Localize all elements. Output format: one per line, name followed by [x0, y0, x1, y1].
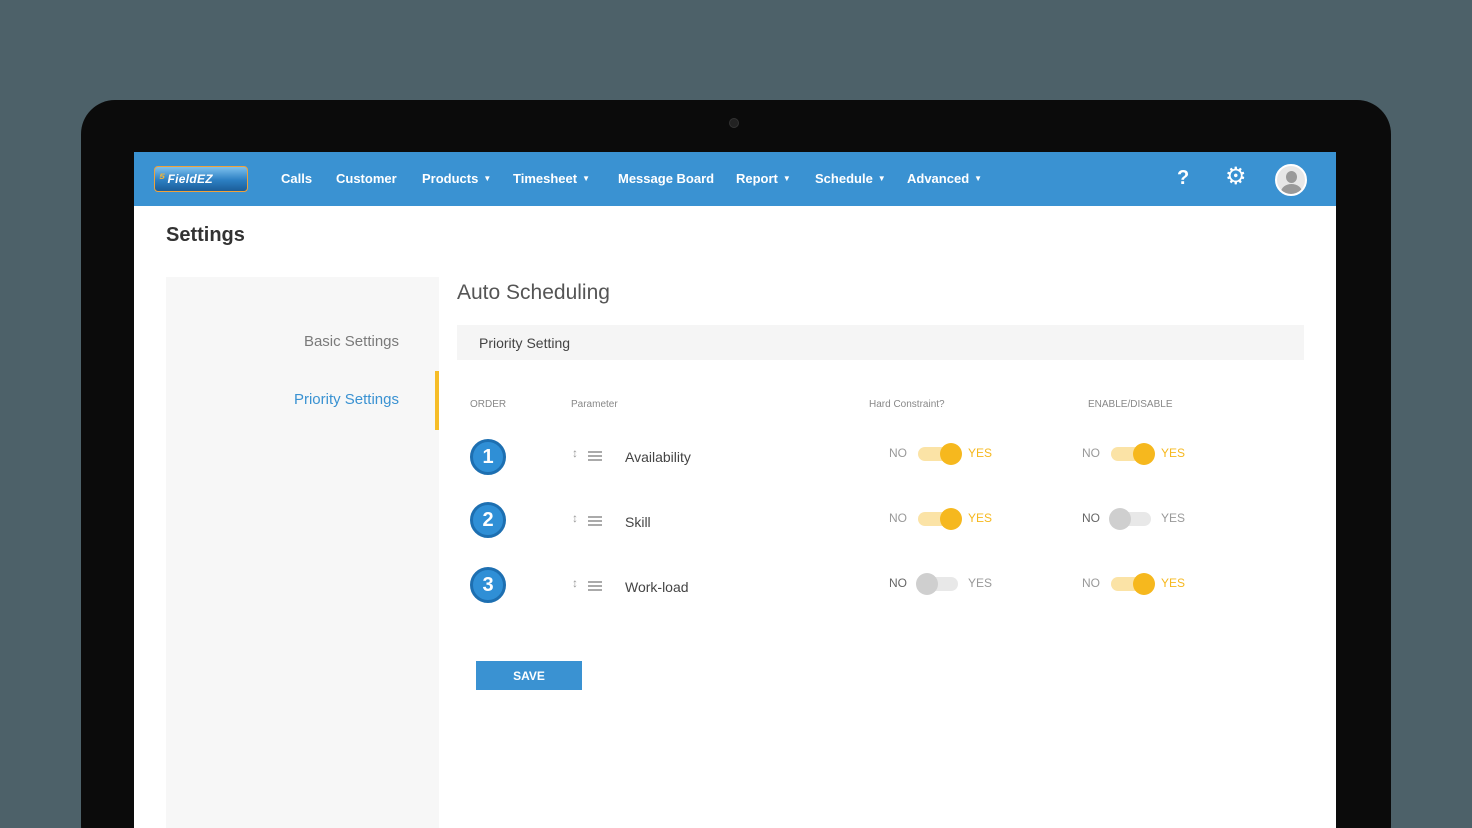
- avatar-head: [1286, 171, 1297, 183]
- nav-timesheet[interactable]: Timesheet ▼: [513, 171, 590, 186]
- sort-arrows-icon[interactable]: ↕: [572, 511, 578, 525]
- sidebar-item-basic-settings[interactable]: Basic Settings: [304, 333, 399, 350]
- toggle-yes-label: YES: [968, 576, 993, 590]
- section-header: Priority Setting: [457, 325, 1304, 360]
- save-button[interactable]: SAVE: [476, 661, 582, 690]
- enable-toggle[interactable]: NO YES: [1082, 441, 1202, 465]
- hard-constraint-toggle[interactable]: NO YES: [889, 571, 1009, 595]
- column-header-order: ORDER: [470, 399, 507, 410]
- chevron-down-icon: ▼: [782, 174, 791, 183]
- toggle-knob: [916, 573, 938, 595]
- chevron-down-icon: ▼: [974, 174, 983, 183]
- nav-schedule[interactable]: Schedule ▼: [815, 171, 886, 186]
- toggle-knob: [1109, 508, 1131, 530]
- toggle-knob: [940, 508, 962, 530]
- toggle-no-label: NO: [889, 511, 907, 525]
- nav-customer[interactable]: Customer: [336, 171, 397, 186]
- hard-constraint-toggle[interactable]: NO YES: [889, 441, 1009, 465]
- sort-arrows-icon[interactable]: ↕: [572, 576, 578, 590]
- table-row: 2 ↕ Skill NO YES NO YES: [134, 502, 1336, 542]
- gear-icon[interactable]: ⚙: [1225, 165, 1247, 189]
- toggle-yes-label: YES: [1161, 511, 1186, 525]
- enable-toggle[interactable]: NO YES: [1082, 506, 1202, 530]
- table-row: 3 ↕ Work-load NO YES NO YES: [134, 567, 1336, 607]
- chevron-down-icon: ▼: [483, 174, 492, 183]
- order-badge: 2: [470, 502, 506, 538]
- nav-products[interactable]: Products ▼: [422, 171, 491, 186]
- top-navbar: ⁵ FieldEZ Calls Customer Products ▼ Times…: [134, 152, 1336, 206]
- toggle-no-label: NO: [1082, 511, 1100, 525]
- page-title: Settings: [166, 224, 245, 246]
- toggle-yes-label: YES: [968, 511, 993, 525]
- parameter-label: Availability: [625, 449, 691, 465]
- drag-handle-icon[interactable]: [588, 581, 602, 591]
- section-title: Auto Scheduling: [457, 281, 610, 304]
- nav-advanced[interactable]: Advanced ▼: [907, 171, 982, 186]
- logo-text: FieldEZ: [167, 172, 213, 186]
- toggle-yes-label: YES: [1161, 446, 1186, 460]
- toggle-knob: [940, 443, 962, 465]
- toggle-knob: [1133, 443, 1155, 465]
- order-badge: 1: [470, 439, 506, 475]
- help-icon[interactable]: ?: [1177, 167, 1189, 190]
- toggle-no-label: NO: [889, 446, 907, 460]
- sort-arrows-icon[interactable]: ↕: [572, 446, 578, 460]
- sidebar-active-indicator: [435, 371, 439, 430]
- settings-sidebar: Basic Settings Priority Settings: [166, 277, 439, 828]
- sidebar-item-priority-settings[interactable]: Priority Settings: [294, 391, 399, 408]
- toggle-no-label: NO: [889, 576, 907, 590]
- enable-toggle[interactable]: NO YES: [1082, 571, 1202, 595]
- avatar-body: [1281, 184, 1302, 194]
- toggle-yes-label: YES: [968, 446, 993, 460]
- user-avatar-icon[interactable]: [1275, 164, 1307, 196]
- parameter-label: Work-load: [625, 579, 689, 595]
- nav-report[interactable]: Report ▼: [736, 171, 791, 186]
- nav-calls[interactable]: Calls: [281, 171, 312, 186]
- column-header-parameter: Parameter: [571, 399, 618, 410]
- chevron-down-icon: ▼: [582, 174, 590, 183]
- drag-handle-icon[interactable]: [588, 516, 602, 526]
- hard-constraint-toggle[interactable]: NO YES: [889, 506, 1009, 530]
- app-screen: ⁵ FieldEZ Calls Customer Products ▼ Times…: [134, 152, 1336, 828]
- nav-message-board[interactable]: Message Board: [618, 171, 714, 186]
- logo-icon: ⁵: [159, 170, 166, 187]
- app-logo[interactable]: ⁵ FieldEZ: [154, 166, 248, 192]
- section-label: Priority Setting: [479, 335, 571, 351]
- table-row: 1 ↕ Availability NO YES NO YES: [134, 437, 1336, 477]
- camera-dot: [729, 118, 739, 128]
- toggle-no-label: NO: [1082, 576, 1100, 590]
- toggle-yes-label: YES: [1161, 576, 1186, 590]
- chevron-down-icon: ▼: [877, 174, 886, 183]
- toggle-no-label: NO: [1082, 446, 1100, 460]
- drag-handle-icon[interactable]: [588, 451, 602, 461]
- column-header-enable-disable: ENABLE/DISABLE: [1088, 399, 1173, 410]
- column-header-hard-constraint: Hard Constraint?: [869, 399, 945, 410]
- toggle-knob: [1133, 573, 1155, 595]
- parameter-label: Skill: [625, 514, 651, 530]
- order-badge: 3: [470, 567, 506, 603]
